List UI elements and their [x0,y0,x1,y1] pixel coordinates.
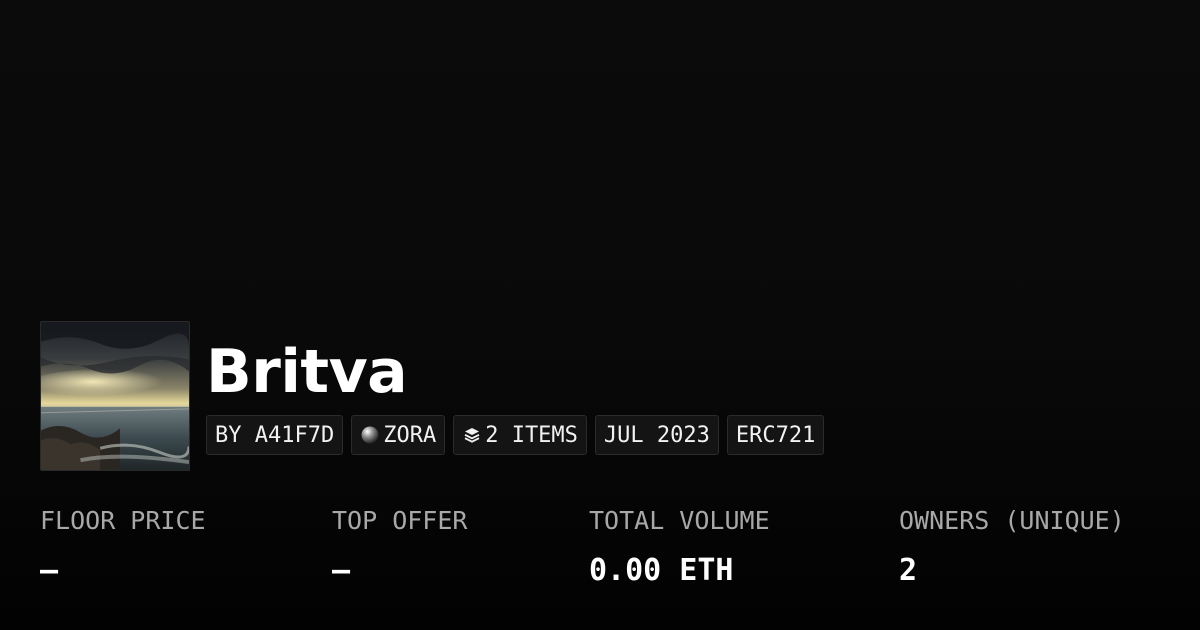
date-label: JUL 2023 [603,422,710,448]
stormy-seascape-image [41,322,189,470]
creator-tag[interactable]: BY A41F7D [206,415,344,455]
stat-label: OWNERS (UNIQUE) [899,506,1125,535]
stat-value: – [40,553,59,588]
stat-owners: OWNERS (UNIQUE) 2 [899,503,1125,589]
items-tag[interactable]: 2 ITEMS [453,415,587,455]
creator-label: BY A41F7D [215,422,335,448]
stat-label: TOP OFFER [332,506,468,535]
stat-floor-price: FLOOR PRICE – [40,503,206,589]
stat-value: – [332,553,351,588]
chain-label: ZORA [383,422,437,448]
collection-title: Britva [206,337,408,407]
collection-thumbnail[interactable] [40,321,190,471]
collection-tags: BY A41F7D ZORA 2 ITEMS JUL 2023 ERC721 [206,415,825,455]
standard-tag: ERC721 [726,415,825,455]
stat-label: TOTAL VOLUME [589,506,770,535]
stat-total-volume: TOTAL VOLUME 0.00 ETH [589,503,770,589]
chain-tag[interactable]: ZORA [351,415,446,455]
date-tag: JUL 2023 [594,415,719,455]
stat-value: 0.00 ETH [589,553,734,588]
layers-icon [462,425,482,445]
stat-value: 2 [899,553,918,588]
zora-orb-icon [360,425,380,445]
stat-top-offer: TOP OFFER – [332,503,467,589]
items-label: 2 ITEMS [485,422,578,448]
stat-label: FLOOR PRICE [40,506,206,535]
standard-label: ERC721 [735,422,816,448]
